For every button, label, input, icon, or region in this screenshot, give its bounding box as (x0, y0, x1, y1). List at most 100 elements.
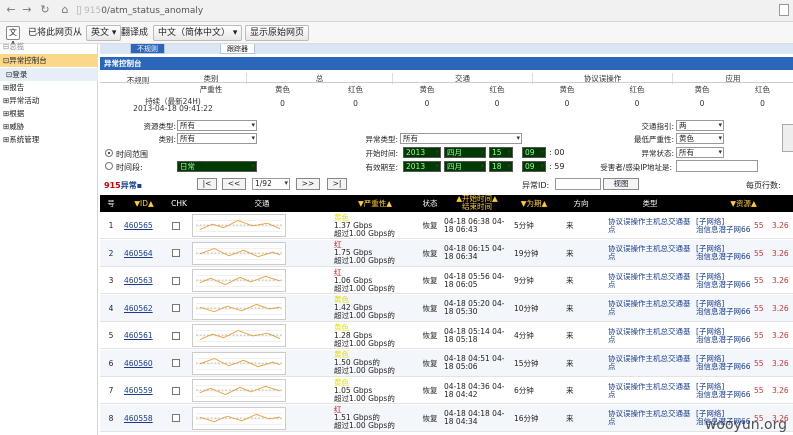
reload-icon[interactable]: ↻ (38, 3, 52, 17)
next-page-button[interactable]: >> (296, 178, 320, 190)
last-page-button[interactable]: >| (327, 178, 347, 190)
col-traffic: 交通 (254, 199, 270, 208)
show-original-button[interactable]: 显示原始网页 (245, 25, 310, 41)
type-text: 协议误操作主机总交通基点 (608, 355, 691, 371)
resource-v2: 3.26 (772, 303, 789, 313)
traffic-sparkline[interactable] (192, 295, 332, 322)
sidebar-item-reports[interactable]: ⊞报告 (0, 81, 98, 94)
anomaly-id-input[interactable] (555, 178, 601, 190)
col-number: 号 (107, 199, 115, 208)
translate-icon: 文A (6, 26, 20, 49)
start-month-select[interactable]: 四月 (444, 147, 486, 158)
traffic-sparkline[interactable] (192, 377, 332, 404)
anomaly-id-link[interactable]: 460558 (124, 405, 166, 432)
row-checkbox[interactable] (172, 377, 192, 404)
anomaly-id-link[interactable]: 460563 (124, 267, 166, 294)
traffic-sparkline[interactable] (192, 240, 332, 267)
severity-threshold: 超过1.00 Gbps的 (334, 366, 395, 375)
resource-link[interactable]: [子网络] 泡信息潜子网66 (696, 240, 754, 267)
home-icon[interactable]: ⌂ (58, 3, 72, 17)
traffic-sparkline[interactable] (192, 212, 332, 239)
settings-icon[interactable] (779, 4, 789, 16)
row-checkbox[interactable] (172, 295, 192, 322)
state-cell: 恢复 (422, 413, 438, 423)
resource-v1: 55 (754, 358, 764, 368)
state-cell: 恢复 (422, 248, 438, 258)
min-severity-select[interactable]: 黄色 (676, 133, 724, 144)
time-period-radio[interactable] (105, 162, 113, 170)
severity-threshold: 超过1.00 Gbps的 (334, 338, 395, 348)
traffic-sparkline[interactable] (192, 322, 332, 349)
end-day-select[interactable]: 18 (489, 161, 513, 172)
end-time: 18 05:06 (444, 362, 478, 371)
table-row: 8 460558 红 1.51 Gbps的 超过1.00 Gbps的 恢复 04-18 04… (100, 404, 793, 432)
resource-link[interactable]: [子网络] 泡信息潜子网66 (696, 295, 754, 322)
forward-arrow-icon[interactable]: → (20, 3, 34, 17)
lang-to-select[interactable]: 中文（简体中文） ▾ (153, 25, 243, 41)
anomaly-id-link[interactable]: 460562 (124, 295, 166, 322)
start-day-select[interactable]: 15 (489, 147, 513, 158)
col-type: 类型 (642, 199, 658, 208)
summary-value: 0 (634, 99, 640, 108)
summary-sub: 红色 (348, 85, 363, 94)
row-checkbox[interactable] (172, 267, 192, 294)
start-year-select[interactable]: 2013 (403, 147, 441, 158)
direction-select[interactable]: 两 (676, 120, 724, 131)
resource-link[interactable]: [子网络] 泡信息潜子网66 (696, 322, 754, 349)
resource-type-select[interactable]: 所有 (177, 120, 257, 131)
row-checkbox[interactable] (172, 405, 192, 432)
end-hour-select[interactable]: 09 (522, 161, 546, 172)
resource-link[interactable]: [子网络] 泡信息潜子网66 (696, 350, 754, 377)
col-start-end-time[interactable]: ▲开始时间▲ 结束时间 (442, 195, 512, 212)
prev-page-button[interactable]: << (222, 178, 246, 190)
tab-tracker[interactable]: 跟踪器 (220, 44, 255, 54)
row-checkbox[interactable] (172, 240, 192, 267)
anomaly-id-link[interactable]: 460559 (124, 377, 166, 404)
address-bar[interactable]: 9150/atm_status_anomaly (84, 4, 784, 18)
back-arrow-icon[interactable]: ← (4, 3, 18, 17)
sidebar-item-admin[interactable]: ⊞系统管理 (0, 133, 98, 146)
traffic-sparkline[interactable] (192, 350, 332, 377)
victim-ip-input[interactable] (676, 160, 758, 172)
sidebar-item-overview[interactable]: ⊟总揽 (0, 43, 98, 52)
col-duration[interactable]: ▼为期▲ (512, 195, 556, 212)
time-range-radio[interactable] (105, 149, 113, 157)
row-checkbox[interactable] (172, 322, 192, 349)
end-year-select[interactable]: 2013 (403, 161, 441, 172)
anomaly-type-select[interactable]: 所有 (400, 133, 522, 144)
resource-link[interactable]: [子网络] 泡信息潜子网66 (696, 212, 754, 239)
tab-anomalies[interactable]: 不规则 (130, 44, 165, 54)
sidebar-item-evidence[interactable]: ⊞根据 (0, 107, 98, 120)
resource-link[interactable]: [子网络] 泡信息潜子网66 (696, 267, 754, 294)
time-period-select[interactable]: 日常 (177, 161, 257, 172)
state-cell: 恢复 (422, 358, 438, 368)
lang-from-select[interactable]: 英文 ▾ (86, 25, 122, 41)
col-id[interactable]: ▼ID▲ (122, 195, 166, 212)
type-cell: 协议误操作主机总交通基点 (608, 350, 694, 377)
sidebar-item-threats[interactable]: ⊞威胁 (0, 120, 98, 133)
start-hour-select[interactable]: 09 (522, 147, 546, 158)
anomaly-id-link[interactable]: 460564 (124, 240, 166, 267)
resource-link[interactable]: [子网络] 泡信息潜子网66 (696, 377, 754, 404)
traffic-sparkline[interactable] (192, 405, 332, 432)
traffic-sparkline[interactable] (192, 267, 332, 294)
search-button[interactable] (782, 124, 793, 152)
anomaly-id-link[interactable]: 460560 (124, 350, 166, 377)
anomaly-id-link[interactable]: 460561 (124, 322, 166, 349)
row-checkbox[interactable] (172, 212, 192, 239)
col-severity[interactable]: ▼严重性▲ (332, 195, 418, 212)
state-select[interactable]: 所有 (676, 147, 724, 158)
category-select[interactable]: 所有 (177, 133, 257, 144)
end-month-select[interactable]: 四月 (444, 161, 486, 172)
page-select[interactable]: 1/92 (252, 178, 290, 190)
anomaly-id-link[interactable]: 460565 (124, 212, 166, 239)
sidebar-item-anomaly-console[interactable]: ⊡异常控制台 (0, 54, 98, 67)
anomaly-id-label: 异常ID: (522, 181, 550, 190)
resource-v1: 55 (754, 276, 764, 285)
sidebar-item-anomaly-activity[interactable]: ⊞异常活动 (0, 94, 98, 107)
col-resource[interactable]: ▼资源▲ (694, 195, 793, 212)
sidebar-item-login[interactable]: ⊡登录 (0, 68, 98, 81)
first-page-button[interactable]: |< (197, 178, 217, 190)
row-checkbox[interactable] (172, 350, 192, 377)
view-button[interactable]: 视图 (603, 178, 639, 190)
